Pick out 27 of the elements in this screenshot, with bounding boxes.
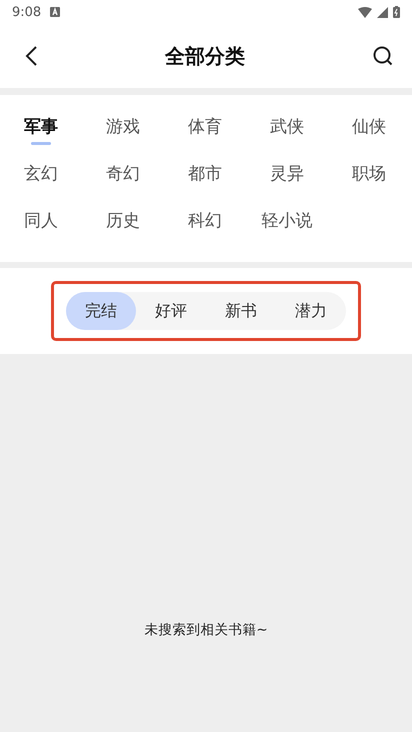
page-title: 全部分类 bbox=[165, 42, 245, 70]
battery-icon bbox=[393, 6, 400, 18]
category-tab[interactable]: 游戏 bbox=[82, 103, 164, 150]
category-tab[interactable]: 轻小说 bbox=[246, 197, 328, 244]
category-tab[interactable]: 科幻 bbox=[164, 197, 246, 244]
category-tab[interactable]: 职场 bbox=[328, 150, 410, 197]
category-tab[interactable]: 军事 bbox=[0, 103, 82, 150]
notification-icon bbox=[50, 7, 60, 17]
status-time: 9:08 bbox=[12, 4, 42, 20]
category-tab[interactable]: 奇幻 bbox=[82, 150, 164, 197]
category-tab[interactable]: 同人 bbox=[0, 197, 82, 244]
category-tab[interactable]: 体育 bbox=[164, 103, 246, 150]
signal-icon bbox=[377, 6, 388, 18]
empty-message: 未搜索到相关书籍~ bbox=[144, 621, 268, 639]
wifi-icon bbox=[358, 6, 372, 18]
back-icon bbox=[24, 45, 38, 67]
category-tab[interactable]: 玄幻 bbox=[0, 150, 82, 197]
filter-tab[interactable]: 新书 bbox=[206, 292, 276, 330]
search-icon bbox=[372, 45, 394, 67]
category-tab[interactable]: 武侠 bbox=[246, 103, 328, 150]
filter-tab[interactable]: 潜力 bbox=[276, 292, 346, 330]
category-tab[interactable]: 灵异 bbox=[246, 150, 328, 197]
category-tab[interactable]: 都市 bbox=[164, 150, 246, 197]
filter-tab[interactable]: 完结 bbox=[66, 292, 136, 330]
category-tab[interactable]: 仙侠 bbox=[328, 103, 410, 150]
filter-tab[interactable]: 好评 bbox=[136, 292, 206, 330]
category-tab[interactable]: 历史 bbox=[82, 197, 164, 244]
